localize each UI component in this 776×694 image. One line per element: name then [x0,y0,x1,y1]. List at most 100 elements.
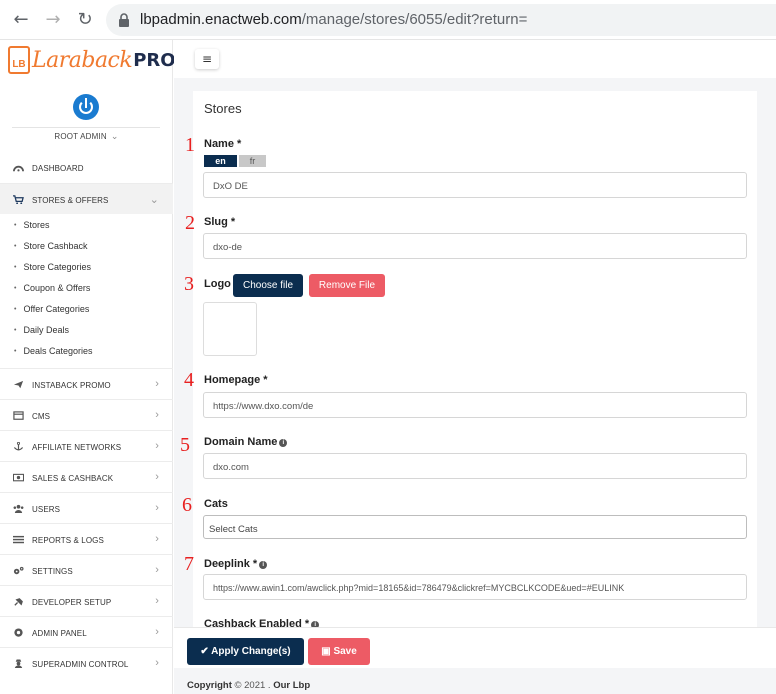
user-name: ROOT ADMIN [54,132,107,141]
logo-box-icon: LB [8,46,30,74]
annotation-number: 1 [185,134,195,156]
back-icon[interactable]: ← [10,9,32,31]
power-icon[interactable] [73,94,99,120]
info-icon[interactable]: i [279,439,288,447]
save-label: Save [333,646,357,657]
sidebar-item-developer-setup[interactable]: DEVELOPER SETUP › [0,585,173,616]
chevron-right-icon: › [155,471,159,483]
main-content: ≡ Stores Name * en fr DxO DE Slug * dxo-… [174,40,776,694]
annotation-number: 4 [184,369,194,391]
sidebar-subitem[interactable]: Stores [14,220,49,230]
apply-changes-button[interactable]: ✔ Apply Change(s) [187,638,304,665]
money-icon [12,473,25,482]
sidebar-item-label: CMS [32,412,51,421]
check-icon: ✔ [200,646,212,657]
users-icon [13,504,24,514]
sidebar-item-cms[interactable]: CMS › [0,399,173,430]
remove-file-button[interactable]: Remove File [309,274,385,297]
chevron-right-icon: › [155,409,159,421]
homepage-input[interactable]: https://www.dxo.com/de [203,392,747,418]
footer-copyright: Copyright © 2021 . Our Lbp [187,680,310,691]
info-icon[interactable]: i [259,561,268,569]
cart-icon [13,195,24,205]
divider [12,127,160,128]
logo-preview [203,302,257,356]
annotation-number: 7 [184,553,194,575]
sidebar-item-settings[interactable]: SETTINGS › [0,554,173,585]
sidebar-item-label: AFFILIATE NETWORKS [32,443,122,452]
chevron-down-icon: ⌄ [149,194,159,206]
sidebar: LB Laraback PRO ROOT ADMIN ⌄ DASHBOARD STO… [0,40,176,694]
chevron-right-icon: › [155,440,159,452]
sidebar-item-stores-offers[interactable]: STORES & OFFERS ⌄ [0,183,173,214]
lang-tab-fr[interactable]: fr [239,155,266,167]
sidebar-item-label: SALES & CASHBACK [32,474,114,483]
apply-label: Apply Change(s) [211,646,291,657]
domain-label: Domain Name i [204,436,288,448]
cats-label: Cats [204,498,228,510]
domain-input[interactable]: dxo.com [203,453,747,479]
sidebar-subitem[interactable]: Store Cashback [14,241,87,251]
logo-text: Laraback [32,47,133,73]
copyright-prefix: Copyright [187,680,232,691]
sidebar-item-instaback-promo[interactable]: INSTABACK PROMO › [0,368,173,399]
user-secret-icon [13,659,24,669]
sidebar-item-label: USERS [32,505,61,514]
slug-label: Slug * [204,216,236,228]
sidebar-subitem[interactable]: Store Categories [14,262,91,272]
cogs-icon [13,566,24,575]
list-icon [13,535,24,544]
sidebar-item-label: SUPERADMIN CONTROL [32,660,129,669]
action-bar: ✔ Apply Change(s) ▣ Save [174,627,776,668]
annotation-number: 5 [180,434,190,456]
sidebar-item-affiliate-networks[interactable]: AFFILIATE NETWORKS › [0,430,173,461]
domain-label-text: Domain Name [204,436,278,448]
dashboard-icon [13,163,24,172]
window-icon [13,411,24,420]
sidebar-item-label: ADMIN PANEL [32,629,87,638]
save-button[interactable]: ▣ Save [308,638,370,665]
logo-pro: PRO [133,49,176,71]
app-logo[interactable]: LB Laraback PRO [8,44,176,76]
address-bar[interactable]: lbpadmin.enactweb.com/manage/stores/6055… [106,4,776,36]
chevron-right-icon: › [155,564,159,576]
url-host: lbpadmin.enactweb.com [140,11,302,28]
chevron-right-icon: › [155,657,159,669]
annotation-number: 2 [185,212,195,234]
sidebar-subitem[interactable]: Offer Categories [14,304,89,314]
lang-tab-en[interactable]: en [204,155,237,167]
sidebar-subitem[interactable]: Deals Categories [14,346,92,356]
cats-select[interactable]: Select Cats [203,515,747,539]
sidebar-item-superadmin-control[interactable]: SUPERADMIN CONTROL › [0,647,173,678]
url-path: /manage/stores/6055/edit?return= [301,11,528,28]
reload-icon[interactable]: ↻ [74,9,96,31]
name-input[interactable]: DxO DE [203,172,747,198]
sidebar-item-reports-logs[interactable]: REPORTS & LOGS › [0,523,173,554]
save-icon: ▣ [321,646,334,657]
user-menu[interactable]: ROOT ADMIN ⌄ [0,131,173,142]
choose-file-button[interactable]: Choose file [233,274,303,297]
sidebar-item-label: SETTINGS [32,567,73,576]
url-text: lbpadmin.enactweb.com/manage/stores/6055… [140,11,527,28]
name-label: Name * [204,138,242,150]
menu-toggle-icon[interactable]: ≡ [195,49,219,69]
sidebar-item-sales-cashback[interactable]: SALES & CASHBACK › [0,461,173,492]
browser-toolbar: ← → ↻ lbpadmin.enactweb.com/manage/store… [0,0,776,40]
sidebar-item-label: STORES & OFFERS [32,196,109,205]
page-title: Stores [204,101,242,116]
plug-icon [13,597,24,606]
sidebar-item-dashboard[interactable]: DASHBOARD [0,152,173,183]
chevron-down-icon: ⌄ [110,131,119,141]
shield-icon [13,628,24,637]
top-bar: ≡ [174,40,776,78]
sidebar-subitem[interactable]: Daily Deals [14,325,69,335]
slug-input[interactable]: dxo-de [203,233,747,259]
chevron-right-icon: › [155,502,159,514]
forward-icon[interactable]: → [42,9,64,31]
sidebar-subitem[interactable]: Coupon & Offers [14,283,90,293]
sidebar-item-label: DEVELOPER SETUP [32,598,112,607]
sidebar-item-users[interactable]: USERS › [0,492,173,523]
chevron-right-icon: › [155,595,159,607]
sidebar-item-admin-panel[interactable]: ADMIN PANEL › [0,616,173,647]
deeplink-input[interactable]: https://www.awin1.com/awclick.php?mid=18… [203,574,747,600]
